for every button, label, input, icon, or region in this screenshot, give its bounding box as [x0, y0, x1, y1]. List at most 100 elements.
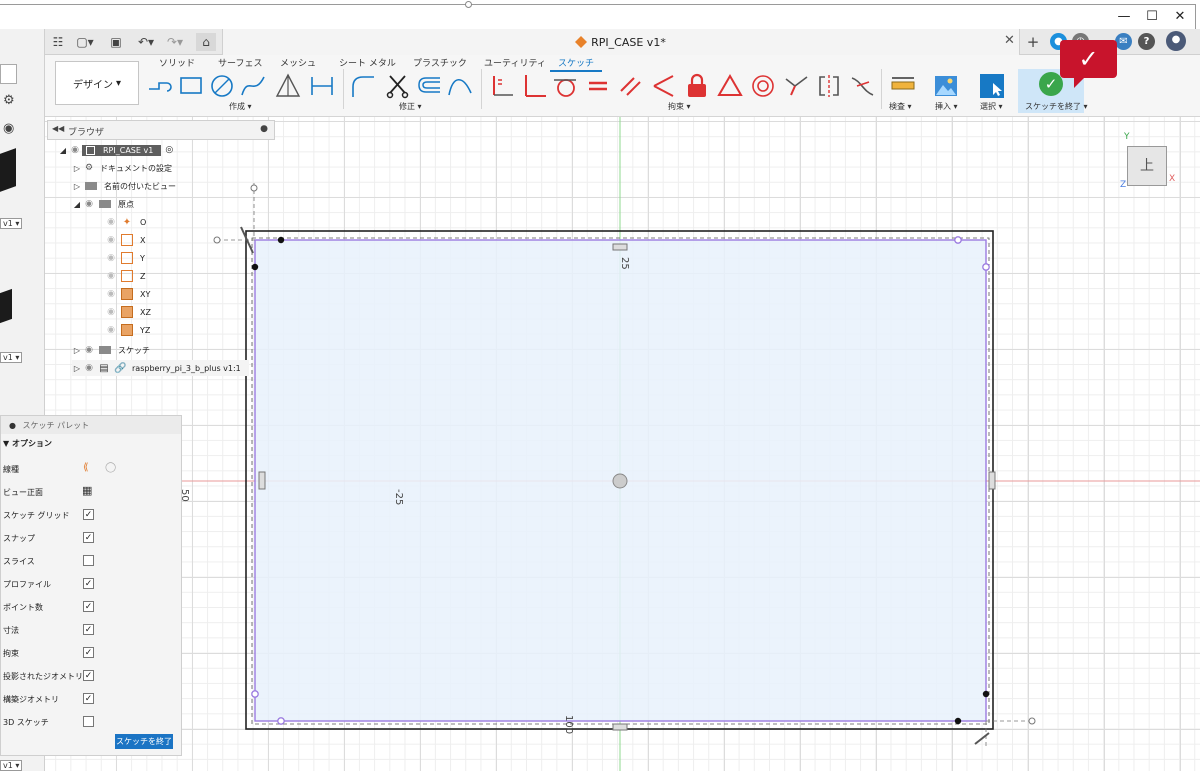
centerline-icon[interactable]: ◯	[105, 462, 116, 473]
eye-icon[interactable]: ◉	[104, 325, 118, 335]
eye-icon[interactable]: ◉	[82, 363, 96, 373]
group-select-label[interactable]: 選択 ▾	[980, 101, 1003, 112]
expand-triangle-icon[interactable]: ▷	[72, 182, 82, 191]
perpendicular-constraint-icon[interactable]	[521, 73, 547, 99]
help-icon[interactable]: ?	[1138, 33, 1155, 50]
option-construction-geometry[interactable]: 構築ジオメトリ ✓	[3, 691, 179, 709]
option-snap[interactable]: スナップ ✓	[3, 530, 179, 548]
parallel-constraint-icon[interactable]	[618, 73, 644, 99]
dimension-handle[interactable]	[1028, 717, 1036, 725]
eye-icon[interactable]: ◉	[104, 307, 118, 317]
browser-item-axis-y[interactable]: ◉ Y	[104, 250, 149, 266]
sketch-point[interactable]	[251, 263, 259, 271]
dimension-text-left-a[interactable]: -25	[393, 489, 404, 505]
origin-point[interactable]	[612, 473, 628, 489]
horizontal-vertical-constraint-icon[interactable]	[489, 73, 515, 99]
model-thumbnail-2[interactable]	[0, 288, 12, 324]
collapse-arrows-icon[interactable]: ◀◀	[52, 124, 64, 133]
option-points[interactable]: ポイント数 ✓	[3, 599, 179, 617]
palette-header[interactable]: ● スケッチ パレット	[1, 416, 181, 434]
redo-icon[interactable]: ↷▾	[163, 33, 187, 51]
frame-handle-top[interactable]	[465, 1, 472, 8]
offset-tool-icon[interactable]	[416, 73, 442, 99]
checkbox-points[interactable]: ✓	[83, 601, 94, 612]
eye-icon[interactable]: ◉	[104, 235, 118, 245]
option-linetype[interactable]: 線種 ⟪ ◯	[3, 461, 179, 479]
checkbox-dimensions[interactable]: ✓	[83, 624, 94, 635]
version-dropdown-1[interactable]: v1 ▾	[0, 218, 23, 229]
expand-triangle-icon[interactable]: ◢	[58, 146, 68, 155]
tab-plastic[interactable]: プラスチック	[413, 56, 467, 69]
panel-thumbnail-slot[interactable]	[0, 64, 17, 84]
browser-item-axis-z[interactable]: ◉ Z	[104, 268, 149, 284]
fillet-tool-icon[interactable]	[350, 73, 376, 99]
sketch-point[interactable]	[982, 263, 990, 271]
sketch-point[interactable]	[954, 236, 962, 244]
dimension-handle[interactable]	[213, 236, 221, 244]
midpoint-constraint-glyph[interactable]	[612, 723, 628, 731]
version-dropdown-3[interactable]: v1 ▾	[0, 760, 23, 771]
eye-icon[interactable]: ◉	[104, 253, 118, 263]
option-slice[interactable]: スライス	[3, 553, 179, 571]
tangent-constraint-icon[interactable]	[552, 73, 578, 99]
circle-tool-icon[interactable]	[209, 73, 235, 99]
option-look-at[interactable]: ビュー正面 ▦	[3, 484, 179, 502]
polygon-tool-icon[interactable]	[275, 73, 301, 99]
expand-triangle-icon[interactable]: ▷	[72, 364, 82, 373]
dimension-handle[interactable]	[250, 184, 258, 192]
tab-surface[interactable]: サーフェス	[218, 56, 262, 69]
equal-constraint-icon[interactable]	[585, 73, 611, 99]
checkbox-profile[interactable]: ✓	[83, 578, 94, 589]
home-icon[interactable]: ⌂	[196, 33, 216, 51]
browser-item-plane-yz[interactable]: ◉ YZ	[104, 322, 154, 338]
checkbox-slice[interactable]	[83, 555, 94, 566]
option-profile[interactable]: プロファイル ✓	[3, 576, 179, 594]
palette-section-options[interactable]: ▼ オプション	[1, 438, 52, 449]
tab-sheet-metal[interactable]: シート メタル	[339, 56, 396, 69]
group-create-label[interactable]: 作成 ▾	[229, 101, 252, 112]
eye-icon[interactable]: ◉	[104, 217, 118, 227]
fix-lock-icon[interactable]	[684, 73, 710, 99]
viewcube-top-face[interactable]: 上	[1127, 146, 1167, 186]
eye-icon[interactable]: ◉	[68, 145, 82, 155]
browser-item-named-views[interactable]: ▷ 名前の付いたビュー	[72, 178, 180, 194]
midpoint-constraint-glyph[interactable]	[258, 471, 266, 490]
sketch-canvas[interactable]: 25 -25 50 100 Y X Z	[45, 117, 1200, 771]
expand-triangle-icon[interactable]: ▷	[72, 164, 82, 173]
tab-utility[interactable]: ユーティリティ	[484, 56, 546, 69]
midpoint-constraint-icon[interactable]	[783, 73, 809, 99]
triangle-constraint-icon[interactable]	[717, 73, 743, 99]
group-constraints-label[interactable]: 拘束 ▾	[668, 101, 691, 112]
expand-triangle-icon[interactable]: ◢	[72, 200, 82, 209]
browser-item-origin[interactable]: ◢ ◉ 原点	[72, 196, 138, 212]
maximize-button[interactable]: ☐	[1138, 8, 1166, 26]
curvature-constraint-icon[interactable]	[849, 73, 875, 99]
sketch-point[interactable]	[954, 717, 962, 725]
browser-root-row[interactable]: ◢ ◉ RPI_CASE v1 ◎	[58, 142, 173, 158]
model-thumbnail-1[interactable]	[0, 148, 16, 192]
undo-icon[interactable]: ↶▾	[134, 33, 158, 51]
tab-close-icon[interactable]: ✕	[1004, 33, 1015, 48]
select-cursor-icon[interactable]	[979, 73, 1005, 99]
sketch-point[interactable]	[277, 236, 285, 244]
group-insert-label[interactable]: 挿入 ▾	[935, 101, 958, 112]
dimension-text-bottom[interactable]: 100	[563, 715, 574, 734]
checkbox-snap[interactable]: ✓	[83, 532, 94, 543]
document-tab[interactable]: RPI_CASE v1*	[222, 29, 1020, 55]
construction-line-icon[interactable]: ⟪	[83, 462, 89, 473]
minimize-button[interactable]: —	[1110, 8, 1138, 26]
expand-triangle-icon[interactable]: ▷	[72, 346, 82, 355]
active-target-icon[interactable]: ◎	[165, 145, 173, 155]
eye-icon[interactable]: ◉	[82, 199, 96, 209]
browser-item-plane-xz[interactable]: ◉ XZ	[104, 304, 155, 320]
sketch-point[interactable]	[251, 690, 259, 698]
checkbox-sketch-grid[interactable]: ✓	[83, 509, 94, 520]
measure-ruler-icon[interactable]	[890, 73, 916, 99]
option-3d-sketch[interactable]: 3D スケッチ	[3, 714, 179, 732]
eye-icon[interactable]: ◉	[82, 345, 96, 355]
grid-menu-icon[interactable]: ☷	[50, 33, 66, 51]
concentric-constraint-icon[interactable]	[750, 73, 776, 99]
midpoint-constraint-glyph[interactable]	[988, 471, 996, 490]
browser-item-plane-xy[interactable]: ◉ XY	[104, 286, 154, 302]
dimension-span-icon[interactable]	[309, 73, 335, 99]
